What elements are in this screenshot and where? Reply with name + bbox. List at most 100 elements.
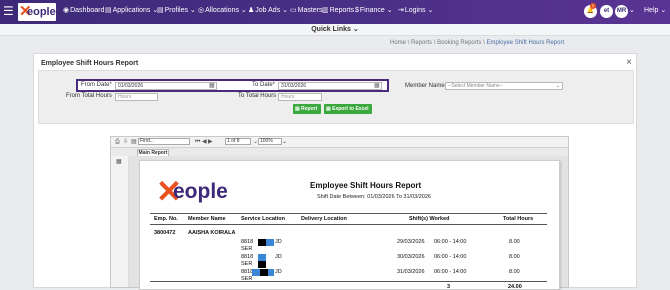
breadcrumb: Home \ Reports \ Booking Reports \ Emplo… bbox=[390, 40, 565, 46]
header-bottom-rule bbox=[150, 224, 547, 225]
allocations-icon: ◎ bbox=[198, 7, 205, 14]
redacted-block bbox=[258, 254, 266, 261]
group-tree-panel: ▦ bbox=[111, 156, 129, 287]
emp-no-value: 3800472 bbox=[154, 230, 176, 236]
find-input[interactable]: Find... bbox=[138, 138, 190, 145]
app-logo[interactable]: ✕ eople bbox=[18, 3, 56, 21]
service-location-suffix: JD bbox=[275, 239, 282, 245]
report-subtitle: Shift Date Between: 01/03/2026 To 31/03/… bbox=[317, 194, 431, 200]
report-logo-text: eople bbox=[173, 180, 228, 203]
to-total-hours-label: To Total Hours bbox=[238, 93, 277, 99]
user-avatar[interactable]: MR bbox=[615, 5, 628, 18]
document-area[interactable]: ✕ eople Employee Shift Hours Report Shif… bbox=[129, 156, 568, 290]
col-total-hours: Total Hours bbox=[503, 216, 534, 222]
shift-date: 29/03/2026 bbox=[397, 239, 425, 245]
export-excel-button[interactable]: ▤ Export to Excel bbox=[324, 104, 372, 114]
zoom-select[interactable]: 100% bbox=[258, 138, 282, 145]
service-location-sub: SER bbox=[241, 246, 253, 252]
chevron-down-icon[interactable]: ⌄ bbox=[282, 139, 287, 145]
from-total-hours-input[interactable]: Hours bbox=[115, 93, 158, 101]
close-icon[interactable]: × bbox=[626, 57, 632, 68]
breadcrumb-home[interactable]: Home bbox=[390, 40, 406, 46]
chevron-down-icon: ⌄ bbox=[427, 7, 434, 14]
to-total-hours-input[interactable]: Hours bbox=[278, 93, 322, 101]
excel-icon: ▤ bbox=[326, 106, 331, 112]
breadcrumb-reports[interactable]: Reports bbox=[411, 40, 432, 46]
from-total-hours-label: From Total Hours bbox=[66, 93, 112, 99]
nav-reports[interactable]: ▥Reports bbox=[322, 6, 354, 16]
shift-hours: 8.00 bbox=[509, 239, 520, 245]
redacted-block bbox=[258, 261, 266, 268]
viewer-toolbar: ⎙ ⇩ ▤ Find... ⏮ ◀ ▶ 1 of 8 ⌄ 100% ⌄ bbox=[111, 137, 568, 148]
breadcrumb-booking-reports[interactable]: Booking Reports bbox=[437, 40, 481, 46]
service-location-suffix: JD bbox=[275, 269, 282, 275]
logins-icon: ⇥ bbox=[398, 7, 404, 14]
breadcrumb-current: Employee Shift Hours Report bbox=[486, 40, 565, 46]
page-number-input[interactable]: 1 of 8 bbox=[225, 138, 251, 145]
member-name-label: Member Name bbox=[405, 83, 445, 89]
report-title: Employee Shift Hours Report bbox=[310, 181, 422, 190]
nav-dashboard[interactable]: ◉Dashboard bbox=[63, 6, 104, 16]
report-page: ✕ eople Employee Shift Hours Report Shif… bbox=[139, 160, 560, 290]
service-location-code: 8818 bbox=[241, 254, 254, 260]
nav-profiles[interactable]: ▤Profiles ⌄ bbox=[157, 6, 196, 16]
report-icon: ▤ bbox=[295, 106, 300, 112]
quick-links-toggle[interactable]: Quick Links ⌄ bbox=[0, 24, 670, 36]
total-shifts: 3 bbox=[447, 284, 451, 290]
shift-date: 30/03/2026 bbox=[397, 254, 425, 260]
nav-job-ads[interactable]: ♟Job Ads ⌄ bbox=[248, 6, 288, 16]
shift-hours: 8.00 bbox=[509, 269, 520, 275]
export-icon[interactable]: ⇩ bbox=[123, 139, 128, 145]
nav-logins[interactable]: ⇥Logins ⌄ bbox=[398, 6, 433, 16]
calendar-icon[interactable]: ▦ bbox=[209, 83, 215, 89]
to-date-input[interactable]: 31/03/2026 bbox=[278, 82, 382, 90]
reports-icon: ▥ bbox=[322, 7, 329, 14]
avatar-secondary[interactable]: et bbox=[600, 5, 613, 18]
tree-toggle-icon[interactable]: ▤ bbox=[131, 139, 137, 145]
redacted-block bbox=[260, 269, 268, 276]
nav-allocations[interactable]: ◎Allocations ⌄ bbox=[198, 6, 247, 16]
service-location-suffix: JD bbox=[275, 254, 282, 260]
group-tree-icon[interactable]: ▦ bbox=[116, 159, 122, 165]
to-date-label: To Date* bbox=[252, 82, 276, 88]
nav-masters[interactable]: ▭Masters bbox=[290, 6, 323, 16]
help-menu[interactable]: Help ⌄ bbox=[644, 6, 666, 16]
totals-rule bbox=[150, 281, 547, 282]
masters-icon: ▭ bbox=[290, 7, 297, 14]
report-viewer: ⎙ ⇩ ▤ Find... ⏮ ◀ ▶ 1 of 8 ⌄ 100% ⌄ Main… bbox=[110, 136, 569, 290]
col-shifts-worked: Shift(s) Worked bbox=[409, 216, 450, 222]
print-icon[interactable]: ⎙ bbox=[115, 139, 120, 145]
chevron-down-icon: ⌄ bbox=[240, 7, 247, 14]
job-ads-icon: ♟ bbox=[248, 7, 255, 14]
chevron-down-icon: ⌄ bbox=[386, 7, 393, 14]
chevron-down-icon: ⌄ bbox=[660, 7, 667, 14]
top-navbar: ☰ ✕ eople ◉Dashboard ▤Applications ⌄ ▤Pr… bbox=[0, 0, 670, 24]
finance-icon: $ bbox=[355, 7, 359, 14]
calendar-icon[interactable]: ▦ bbox=[374, 83, 380, 89]
col-member-name: Member Name bbox=[188, 216, 226, 222]
member-name-select[interactable]: --Select Member Name-- ⌄ bbox=[445, 82, 563, 90]
report-logo: ✕ eople bbox=[156, 174, 246, 209]
shift-time: 06:00 - 14:00 bbox=[434, 239, 467, 245]
nav-applications[interactable]: ▤Applications ⌄ bbox=[105, 6, 158, 16]
user-menu-chevron-icon[interactable]: ⌄ bbox=[629, 6, 635, 16]
chevron-down-icon: ⌄ bbox=[282, 7, 289, 14]
report-button[interactable]: ▤ Report bbox=[293, 104, 321, 114]
shift-time: 06:00 - 14:00 bbox=[434, 269, 467, 275]
from-date-label: From Date* bbox=[81, 82, 112, 88]
viewer-tabbar: Main Report bbox=[111, 148, 568, 157]
logo-text: eople bbox=[27, 6, 56, 18]
nav-finance[interactable]: $Finance ⌄ bbox=[355, 6, 393, 16]
total-hours: 24.00 bbox=[508, 284, 522, 290]
header-top-rule bbox=[150, 213, 547, 214]
col-delivery-location: Delivery Location bbox=[301, 216, 347, 222]
next-page-icon[interactable]: ▶ bbox=[208, 139, 213, 145]
member-name-value: AAISHA KOIRALA bbox=[188, 230, 236, 236]
shift-hours: 8.00 bbox=[509, 254, 520, 260]
profiles-icon: ▤ bbox=[157, 7, 164, 14]
from-date-input[interactable]: 01/03/2026 bbox=[115, 82, 217, 90]
first-page-icon[interactable]: ⏮ bbox=[195, 139, 200, 145]
menu-icon[interactable]: ☰ bbox=[3, 5, 14, 17]
shift-time: 06:00 - 14:00 bbox=[434, 254, 467, 260]
prev-page-icon[interactable]: ◀ bbox=[202, 139, 207, 145]
